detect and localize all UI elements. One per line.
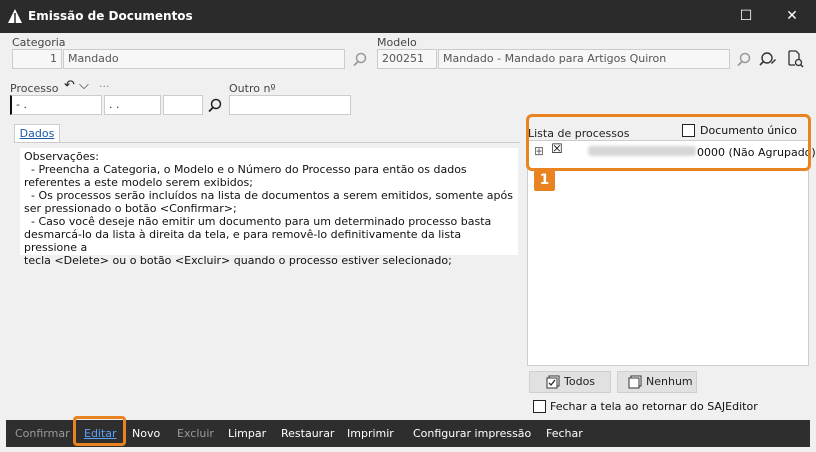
tab-divider bbox=[14, 142, 520, 143]
excluir-button[interactable]: Excluir bbox=[177, 427, 214, 440]
modelo-label: Modelo bbox=[377, 36, 417, 49]
outro-numero-field[interactable] bbox=[229, 95, 351, 115]
check-all-icon bbox=[546, 375, 560, 389]
processo-year-field[interactable]: . . bbox=[104, 95, 161, 115]
bottom-toolbar: Confirmar Editar Novo Excluir Limpar Res… bbox=[6, 420, 810, 447]
fechar-tela-checkbox[interactable] bbox=[533, 400, 546, 413]
history-dropdown-icon[interactable]: ↶ ⌵ bbox=[64, 78, 89, 93]
highlight-editar bbox=[73, 416, 126, 446]
processo-number-field[interactable]: - . bbox=[10, 95, 102, 115]
processo-search-icon[interactable] bbox=[206, 97, 224, 115]
modelo-code-field[interactable]: 200251 bbox=[377, 49, 437, 69]
categoria-search-icon[interactable] bbox=[351, 51, 369, 69]
lista-processos-panel[interactable] bbox=[527, 140, 809, 366]
title-bar: Emissão de Documentos ☐ ✕ bbox=[0, 0, 816, 33]
close-button[interactable]: ✕ bbox=[770, 0, 814, 33]
processo-label: Processo bbox=[10, 82, 59, 95]
limpar-button[interactable]: Limpar bbox=[228, 427, 266, 440]
more-options-icon[interactable]: ··· bbox=[99, 80, 110, 93]
novo-button[interactable]: Novo bbox=[132, 427, 160, 440]
highlight-lista-processos bbox=[526, 114, 811, 171]
tab-dados[interactable]: Dados bbox=[14, 124, 60, 143]
maximize-button[interactable]: ☐ bbox=[724, 0, 768, 33]
window-title: Emissão de Documentos bbox=[28, 9, 193, 23]
nenhum-button[interactable]: Nenhum bbox=[617, 371, 697, 393]
todos-button-label: Todos bbox=[564, 375, 596, 388]
categoria-label: Categoria bbox=[12, 36, 66, 49]
fechar-button[interactable]: Fechar bbox=[546, 427, 583, 440]
restaurar-button[interactable]: Restaurar bbox=[281, 427, 334, 440]
categoria-name-field[interactable]: Mandado bbox=[63, 49, 345, 69]
modelo-name-field[interactable]: Mandado - Mandado para Artigos Quiron bbox=[438, 49, 730, 69]
observacoes-text: Observações: - Preencha a Categoria, o M… bbox=[20, 148, 518, 267]
edit-model-icon[interactable] bbox=[759, 50, 777, 68]
configurar-impressao-button[interactable]: Configurar impressão bbox=[413, 427, 531, 440]
todos-button[interactable]: Todos bbox=[529, 371, 611, 393]
fechar-tela-label: Fechar a tela ao retornar do SAJEditor bbox=[550, 400, 758, 413]
model-document-icon[interactable] bbox=[786, 50, 804, 68]
nenhum-button-label: Nenhum bbox=[646, 375, 693, 388]
app-logo-icon bbox=[8, 9, 22, 23]
imprimir-button[interactable]: Imprimir bbox=[347, 427, 394, 440]
modelo-search-icon[interactable] bbox=[735, 51, 753, 69]
processo-code-field[interactable] bbox=[163, 95, 203, 115]
categoria-code-field[interactable]: 1 bbox=[12, 49, 62, 69]
confirmar-button[interactable]: Confirmar bbox=[15, 427, 70, 440]
step-badge: 1 bbox=[534, 170, 555, 191]
uncheck-all-icon bbox=[628, 375, 642, 389]
outro-numero-label: Outro nº bbox=[229, 82, 276, 95]
